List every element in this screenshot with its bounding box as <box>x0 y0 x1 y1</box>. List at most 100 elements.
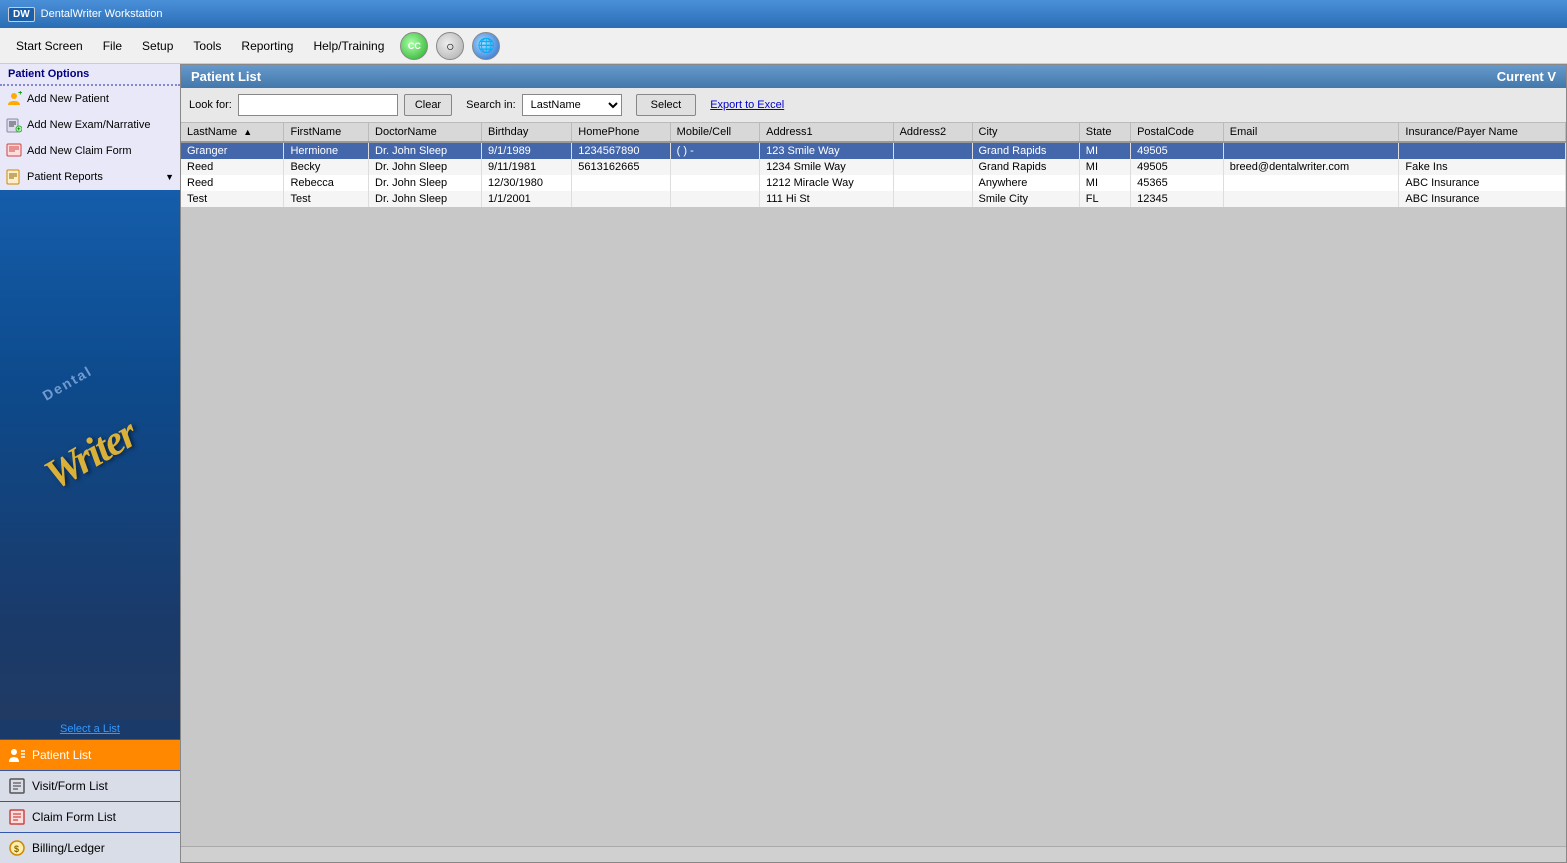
menu-help-training[interactable]: Help/Training <box>305 35 392 57</box>
cell-lastName: Reed <box>181 175 284 191</box>
title-bar: DW DentalWriter Workstation <box>0 0 1567 28</box>
cell-firstName: Hermione <box>284 142 369 159</box>
cell-firstName: Becky <box>284 159 369 175</box>
add-patient-icon: + <box>6 91 22 107</box>
table-row[interactable]: ReedRebeccaDr. John Sleep12/30/19801212 … <box>181 175 1566 191</box>
export-to-excel-link[interactable]: Export to Excel <box>710 99 784 111</box>
globe-button[interactable]: 🌐 <box>472 32 500 60</box>
cell-postalCode: 49505 <box>1131 159 1224 175</box>
col-firstname[interactable]: FirstName <box>284 123 369 142</box>
add-new-exam-label: Add New Exam/Narrative <box>27 119 151 131</box>
search-input[interactable] <box>238 94 398 116</box>
add-new-claim-label: Add New Claim Form <box>27 145 132 157</box>
search-in-label: Search in: <box>466 99 516 111</box>
table-row[interactable]: GrangerHermioneDr. John Sleep9/1/1989123… <box>181 142 1566 159</box>
cell-city: Grand Rapids <box>972 142 1079 159</box>
col-postalcode[interactable]: PostalCode <box>1131 123 1224 142</box>
menu-file[interactable]: File <box>95 35 130 57</box>
billing-ledger-label: Billing/Ledger <box>32 841 105 855</box>
cell-homePhone <box>572 175 670 191</box>
claim-form-list-button[interactable]: Claim Form List <box>0 801 180 832</box>
cell-firstName: Rebecca <box>284 175 369 191</box>
search-in-select[interactable]: LastName FirstName DoctorName Birthday <box>522 94 622 116</box>
patient-list-panel: Patient List Current V Look for: Clear S… <box>180 64 1567 863</box>
menu-tools[interactable]: Tools <box>185 35 229 57</box>
bottom-scroll[interactable] <box>181 846 1566 862</box>
billing-ledger-button[interactable]: $ Billing/Ledger <box>0 832 180 863</box>
cell-state: FL <box>1079 191 1130 207</box>
col-state[interactable]: State <box>1079 123 1130 142</box>
patient-table-body: GrangerHermioneDr. John Sleep9/1/1989123… <box>181 142 1566 207</box>
col-lastname[interactable]: LastName ▲ <box>181 123 284 142</box>
cell-insurancePayer: Fake Ins <box>1399 159 1566 175</box>
cell-insurancePayer: ABC Insurance <box>1399 175 1566 191</box>
cell-email <box>1223 142 1399 159</box>
patient-table-container[interactable]: LastName ▲ FirstName DoctorName Birthday… <box>181 123 1566 846</box>
patient-list-label: Patient List <box>32 748 91 762</box>
cell-city: Grand Rapids <box>972 159 1079 175</box>
clean-code-button[interactable]: CC <box>400 32 428 60</box>
add-new-exam-button[interactable]: + Add New Exam/Narrative <box>0 112 180 138</box>
cell-address2 <box>893 159 972 175</box>
current-v-label: Current V <box>1497 69 1556 84</box>
col-mobilecell[interactable]: Mobile/Cell <box>670 123 759 142</box>
cell-email: breed@dentalwriter.com <box>1223 159 1399 175</box>
svg-text:$: $ <box>14 844 19 854</box>
patient-options-header: Patient Options <box>0 64 180 86</box>
billing-ledger-icon: $ <box>8 839 26 857</box>
content-area: Patient List Current V Look for: Clear S… <box>180 64 1567 863</box>
patient-list-icon <box>8 746 26 764</box>
visit-form-list-button[interactable]: Visit/Form List <box>0 770 180 801</box>
select-list-label[interactable]: Select a List <box>0 719 180 739</box>
dw-writer-logo: Writer <box>38 412 143 497</box>
cell-state: MI <box>1079 175 1130 191</box>
sidebar: Patient Options + Add New Patient + Add … <box>0 64 180 863</box>
clear-button[interactable]: Clear <box>404 94 452 116</box>
add-new-claim-button[interactable]: Add New Claim Form <box>0 138 180 164</box>
menu-start-screen[interactable]: Start Screen <box>8 35 91 57</box>
cell-state: MI <box>1079 159 1130 175</box>
menu-reporting[interactable]: Reporting <box>233 35 301 57</box>
cell-address1: 111 Hi St <box>760 191 893 207</box>
menu-setup[interactable]: Setup <box>134 35 181 57</box>
cell-homePhone: 1234567890 <box>572 142 670 159</box>
col-birthday[interactable]: Birthday <box>481 123 571 142</box>
col-doctorname[interactable]: DoctorName <box>369 123 482 142</box>
cell-postalCode: 45365 <box>1131 175 1224 191</box>
col-city[interactable]: City <box>972 123 1079 142</box>
patient-table: LastName ▲ FirstName DoctorName Birthday… <box>181 123 1566 207</box>
col-homephone[interactable]: HomePhone <box>572 123 670 142</box>
circle-icon-button[interactable]: ○ <box>436 32 464 60</box>
cell-doctorName: Dr. John Sleep <box>369 191 482 207</box>
col-address2[interactable]: Address2 <box>893 123 972 142</box>
cell-address1: 1234 Smile Way <box>760 159 893 175</box>
cell-email <box>1223 175 1399 191</box>
cell-insurancePayer <box>1399 142 1566 159</box>
patient-reports-label: Patient Reports <box>27 171 103 183</box>
bottom-scroll-inner[interactable] <box>181 847 1566 862</box>
patient-reports-icon <box>6 169 22 185</box>
patient-reports-button[interactable]: Patient Reports ▼ <box>0 164 180 190</box>
cell-address2 <box>893 142 972 159</box>
col-email[interactable]: Email <box>1223 123 1399 142</box>
cell-address2 <box>893 191 972 207</box>
table-header-row: LastName ▲ FirstName DoctorName Birthday… <box>181 123 1566 142</box>
cell-address2 <box>893 175 972 191</box>
dw-logo: DW <box>8 7 35 22</box>
claim-form-list-label: Claim Form List <box>32 810 116 824</box>
look-for-label: Look for: <box>189 99 232 111</box>
cell-insurancePayer: ABC Insurance <box>1399 191 1566 207</box>
table-row[interactable]: TestTestDr. John Sleep1/1/2001111 Hi StS… <box>181 191 1566 207</box>
cell-homePhone: 5613162665 <box>572 159 670 175</box>
cell-state: MI <box>1079 142 1130 159</box>
cell-postalCode: 12345 <box>1131 191 1224 207</box>
select-button[interactable]: Select <box>636 94 697 116</box>
cell-address1: 123 Smile Way <box>760 142 893 159</box>
cell-birthday: 9/1/1989 <box>481 142 571 159</box>
table-row[interactable]: ReedBeckyDr. John Sleep9/11/198156131626… <box>181 159 1566 175</box>
col-address1[interactable]: Address1 <box>760 123 893 142</box>
cell-mobileCell: ( ) - <box>670 142 759 159</box>
col-insurance[interactable]: Insurance/Payer Name <box>1399 123 1566 142</box>
add-new-patient-button[interactable]: + Add New Patient <box>0 86 180 112</box>
patient-list-button[interactable]: Patient List <box>0 739 180 770</box>
